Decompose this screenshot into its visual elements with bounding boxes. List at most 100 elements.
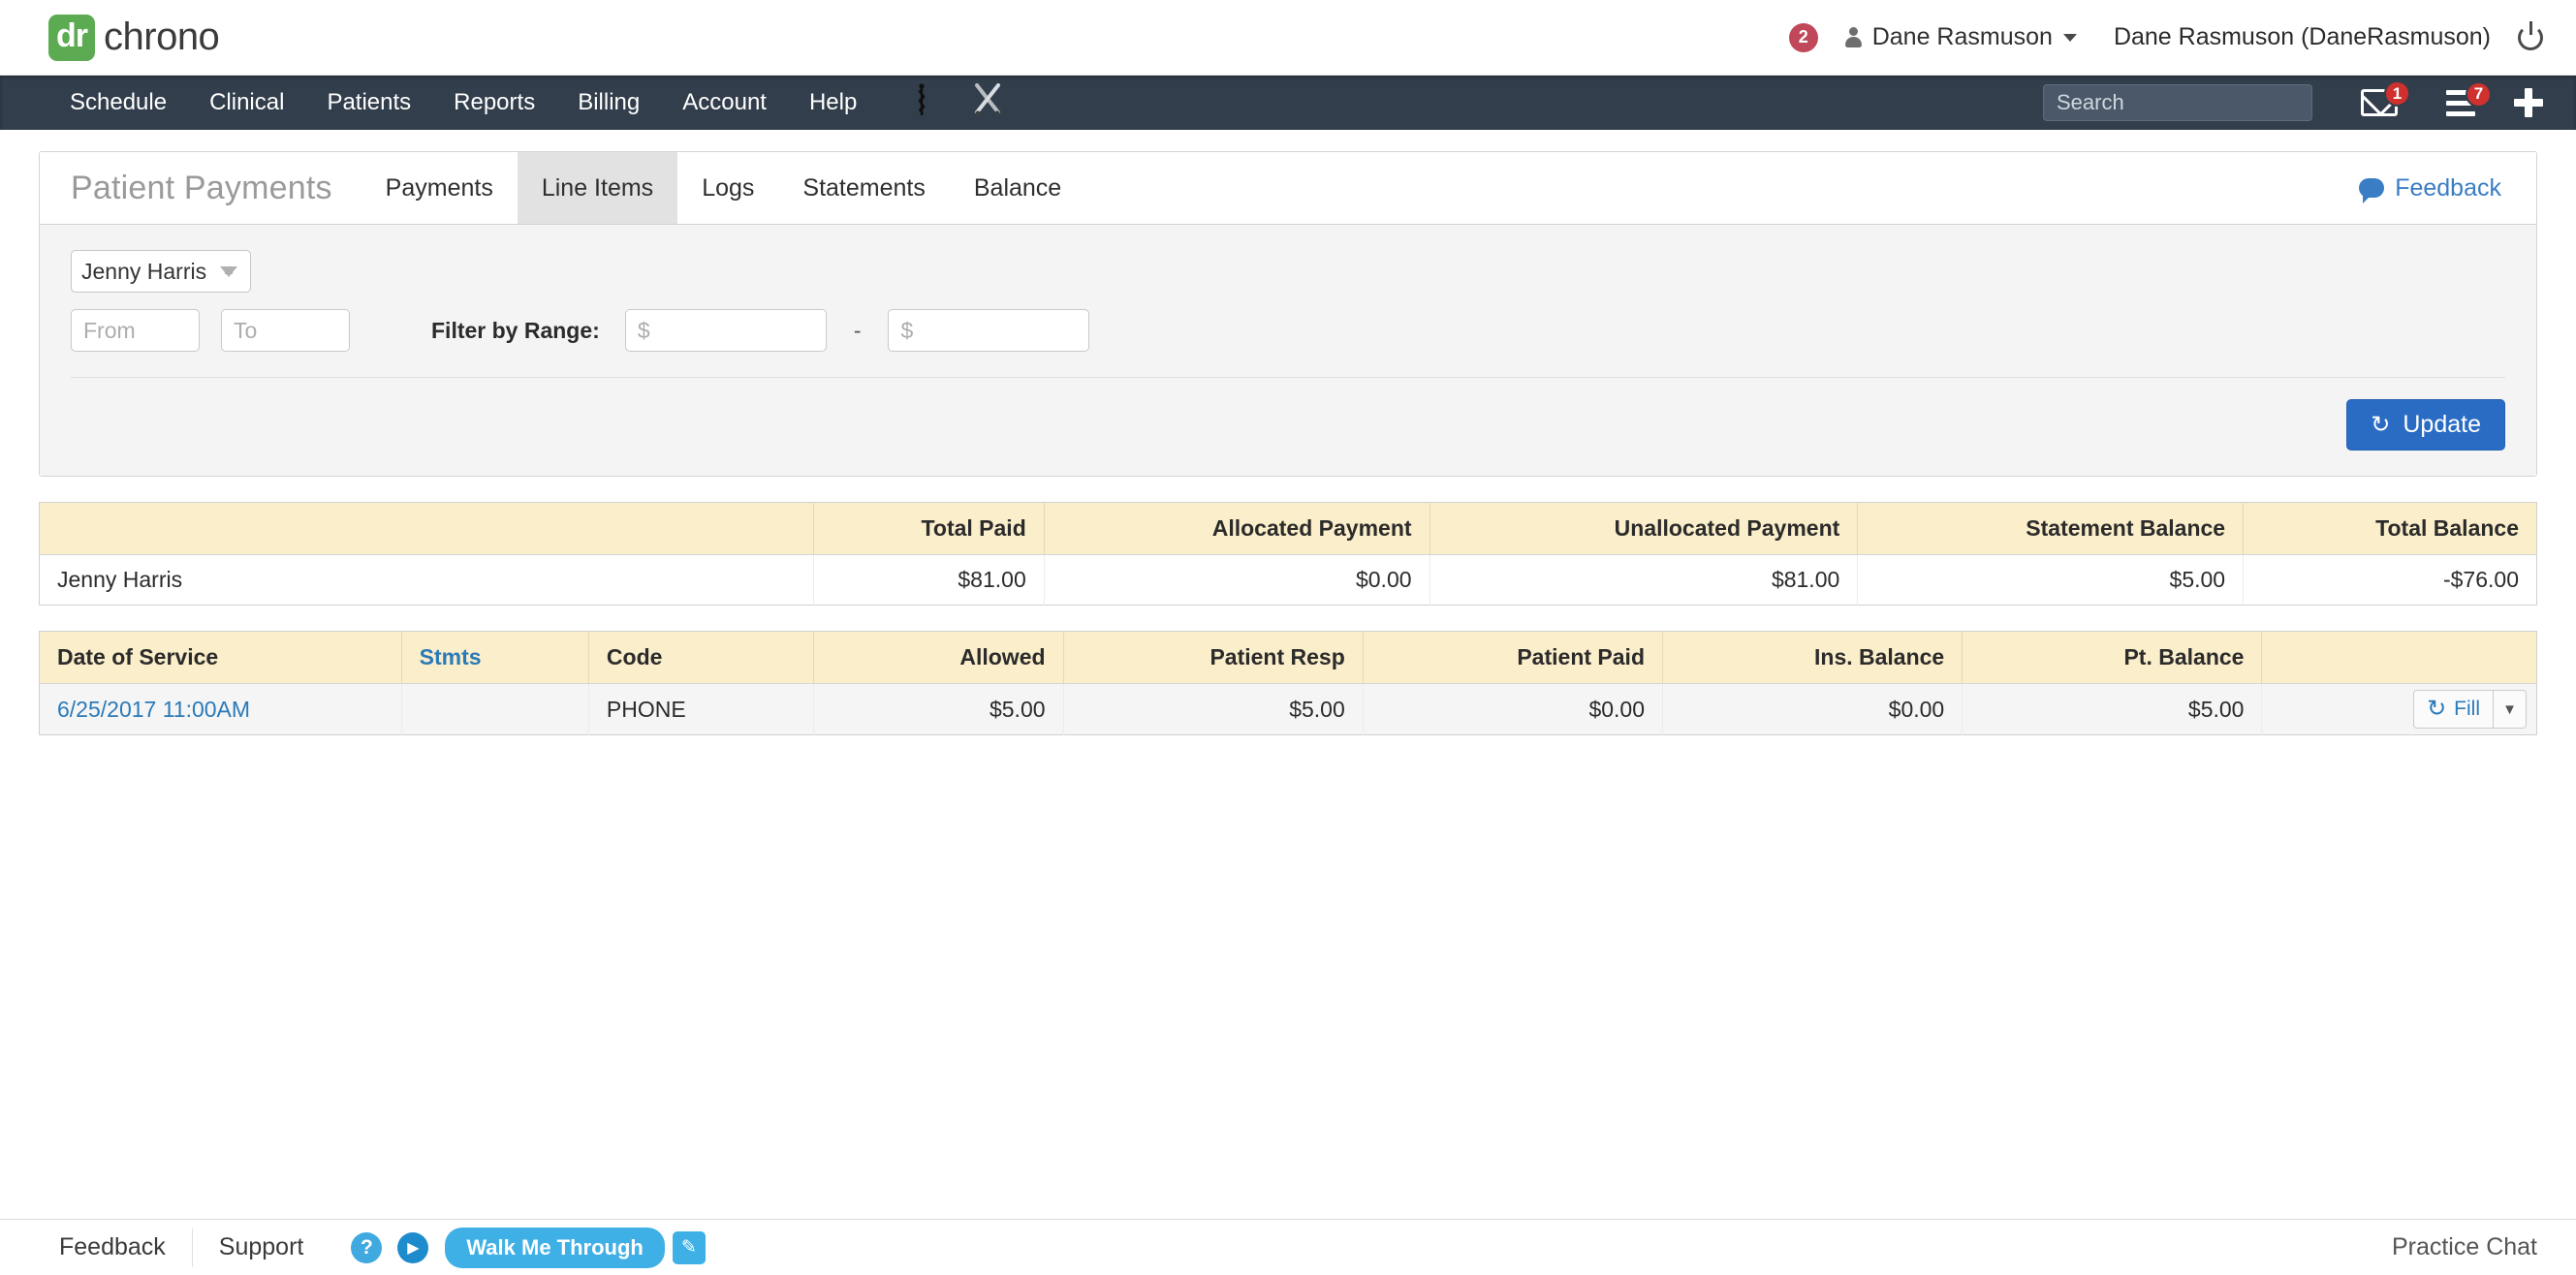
refresh-icon: ↻: [2427, 696, 2447, 722]
search-input[interactable]: [2043, 84, 2312, 121]
chevron-down-icon: [2062, 33, 2077, 42]
cell-patient-paid: $0.00: [1363, 683, 1664, 735]
drchrono-logo[interactable]: dr chrono: [48, 14, 220, 61]
col-stmts[interactable]: Stmts: [401, 631, 589, 684]
date-of-service-link[interactable]: 6/25/2017 11:00AM: [57, 697, 250, 722]
arrow-down-icon: [220, 265, 237, 277]
range-max-input[interactable]: [888, 309, 1090, 352]
col-ins-balance[interactable]: Ins. Balance: [1662, 631, 1963, 684]
speech-bubble-icon: [2359, 178, 2385, 203]
page-content: Patient Payments Payments Line Items Log…: [0, 130, 2576, 735]
col-actions: [2261, 631, 2537, 684]
cell-pt-balance: $5.00: [1962, 683, 2263, 735]
summary-col-total-balance: Total Balance: [2243, 502, 2537, 555]
fill-button[interactable]: ↻ Fill: [2413, 690, 2494, 729]
nav-item-account[interactable]: Account: [661, 76, 788, 130]
nav-item-patients[interactable]: Patients: [305, 76, 432, 130]
notification-badge[interactable]: 2: [1788, 22, 1818, 52]
walk-me-through-button[interactable]: Walk Me Through: [445, 1227, 665, 1268]
tasks-menu-button[interactable]: 7: [2446, 80, 2492, 116]
nav-item-reports[interactable]: Reports: [432, 76, 556, 130]
user-menu[interactable]: Dane Rasmuson: [1844, 23, 2077, 51]
crossed-tools-icon[interactable]: [973, 83, 1002, 122]
summary-header-row: Total Paid Allocated Payment Unallocated…: [39, 502, 2537, 555]
filter-by-range-label: Filter by Range:: [431, 317, 600, 343]
pencil-icon[interactable]: ✎: [672, 1230, 706, 1264]
main-navigation: Schedule Clinical Patients Reports Billi…: [0, 76, 2576, 130]
fill-button-group: ↻ Fill ▼: [2413, 690, 2527, 729]
col-pt-balance[interactable]: Pt. Balance: [1962, 631, 2263, 684]
range-dash: -: [853, 317, 862, 343]
summary-table-body: Jenny Harris $81.00 $0.00 $81.00 $5.00 -…: [39, 554, 2537, 606]
filter-area: Jenny Harris Filter by Range: - ↻ Update: [40, 224, 2536, 476]
page-title: Patient Payments: [71, 169, 332, 206]
play-video-icon[interactable]: ▶: [397, 1231, 429, 1263]
cell-stmts: [401, 683, 589, 735]
summary-cell-name: Jenny Harris: [39, 554, 814, 606]
tab-balance[interactable]: Balance: [950, 152, 1085, 224]
summary-cell-total-balance: -$76.00: [2243, 554, 2537, 606]
summary-col-total-paid: Total Paid: [813, 502, 1045, 555]
fill-dropdown-toggle[interactable]: ▼: [2494, 690, 2527, 729]
summary-table: Total Paid Allocated Payment Unallocated…: [39, 502, 2537, 606]
help-question-icon[interactable]: ?: [351, 1231, 383, 1263]
to-date-input[interactable]: [221, 309, 350, 352]
col-patient-paid[interactable]: Patient Paid: [1363, 631, 1664, 684]
tab-logs[interactable]: Logs: [677, 152, 778, 224]
cell-allowed: $5.00: [813, 683, 1064, 735]
nav-item-help[interactable]: Help: [788, 76, 878, 130]
practice-chat-label[interactable]: Practice Chat: [2392, 1233, 2537, 1261]
cell-ins-balance: $0.00: [1662, 683, 1963, 735]
line-items-table-head: Date of Service Stmts Code Allowed Patie…: [39, 631, 2537, 684]
nav-right-group: 1 7: [2043, 80, 2543, 121]
tab-bar: Patient Payments Payments Line Items Log…: [40, 152, 2536, 224]
user-full-label: Dane Rasmuson (DaneRasmuson): [2113, 23, 2491, 50]
range-min-input[interactable]: [624, 309, 827, 352]
from-date-input[interactable]: [71, 309, 200, 352]
line-items-table-body: 6/25/2017 11:00AM PHONE $5.00 $5.00 $0.0…: [39, 683, 2537, 735]
caduceus-icon[interactable]: [911, 83, 932, 122]
plus-icon[interactable]: [2514, 88, 2543, 117]
logo-wordmark: chrono: [104, 16, 220, 58]
filter-row-range: Filter by Range: -: [71, 309, 2505, 378]
fill-button-label: Fill: [2454, 698, 2480, 720]
refresh-icon: ↻: [2371, 411, 2391, 438]
col-allowed[interactable]: Allowed: [813, 631, 1064, 684]
mail-badge: 1: [2384, 80, 2410, 107]
power-icon[interactable]: [2518, 20, 2543, 50]
col-date-of-service[interactable]: Date of Service: [39, 631, 402, 684]
nav-item-clinical[interactable]: Clinical: [188, 76, 305, 130]
footer-support-link[interactable]: Support: [193, 1233, 330, 1261]
summary-cell-allocated: $0.00: [1044, 554, 1430, 606]
patient-select-value: Jenny Harris: [81, 258, 207, 284]
tab-payments[interactable]: Payments: [361, 152, 518, 224]
feedback-link[interactable]: Feedback: [2359, 152, 2536, 224]
col-patient-resp[interactable]: Patient Resp: [1063, 631, 1364, 684]
line-items-table: Date of Service Stmts Code Allowed Patie…: [39, 631, 2537, 735]
update-button-label: Update: [2403, 411, 2481, 438]
patient-select[interactable]: Jenny Harris: [71, 250, 251, 293]
messages-button[interactable]: 1: [2361, 80, 2410, 116]
logo-mark: dr: [48, 14, 95, 61]
nav-item-billing[interactable]: Billing: [556, 76, 661, 130]
summary-col-statement-balance: Statement Balance: [1857, 502, 2245, 555]
summary-table-head: Total Paid Allocated Payment Unallocated…: [39, 502, 2537, 555]
footer-feedback-link[interactable]: Feedback: [33, 1233, 192, 1261]
summary-col-allocated: Allocated Payment: [1044, 502, 1430, 555]
col-code[interactable]: Code: [588, 631, 814, 684]
filter-row-patient: Jenny Harris: [71, 250, 2505, 293]
cell-date-of-service: 6/25/2017 11:00AM: [39, 683, 402, 735]
tab-line-items[interactable]: Line Items: [517, 152, 678, 224]
summary-col-name: [39, 502, 814, 555]
line-items-header-row: Date of Service Stmts Code Allowed Patie…: [39, 631, 2537, 684]
update-button[interactable]: ↻ Update: [2346, 399, 2505, 451]
nav-item-schedule[interactable]: Schedule: [48, 76, 188, 130]
update-row: ↻ Update: [71, 378, 2505, 476]
user-menu-label: Dane Rasmuson: [1871, 23, 2053, 50]
summary-cell-statement-balance: $5.00: [1857, 554, 2245, 606]
tab-statements[interactable]: Statements: [778, 152, 949, 224]
summary-cell-total-paid: $81.00: [813, 554, 1045, 606]
cell-patient-resp: $5.00: [1063, 683, 1364, 735]
summary-col-unallocated: Unallocated Payment: [1429, 502, 1859, 555]
top-bar: dr chrono 2 Dane Rasmuson Dane Rasmuson …: [0, 0, 2576, 76]
